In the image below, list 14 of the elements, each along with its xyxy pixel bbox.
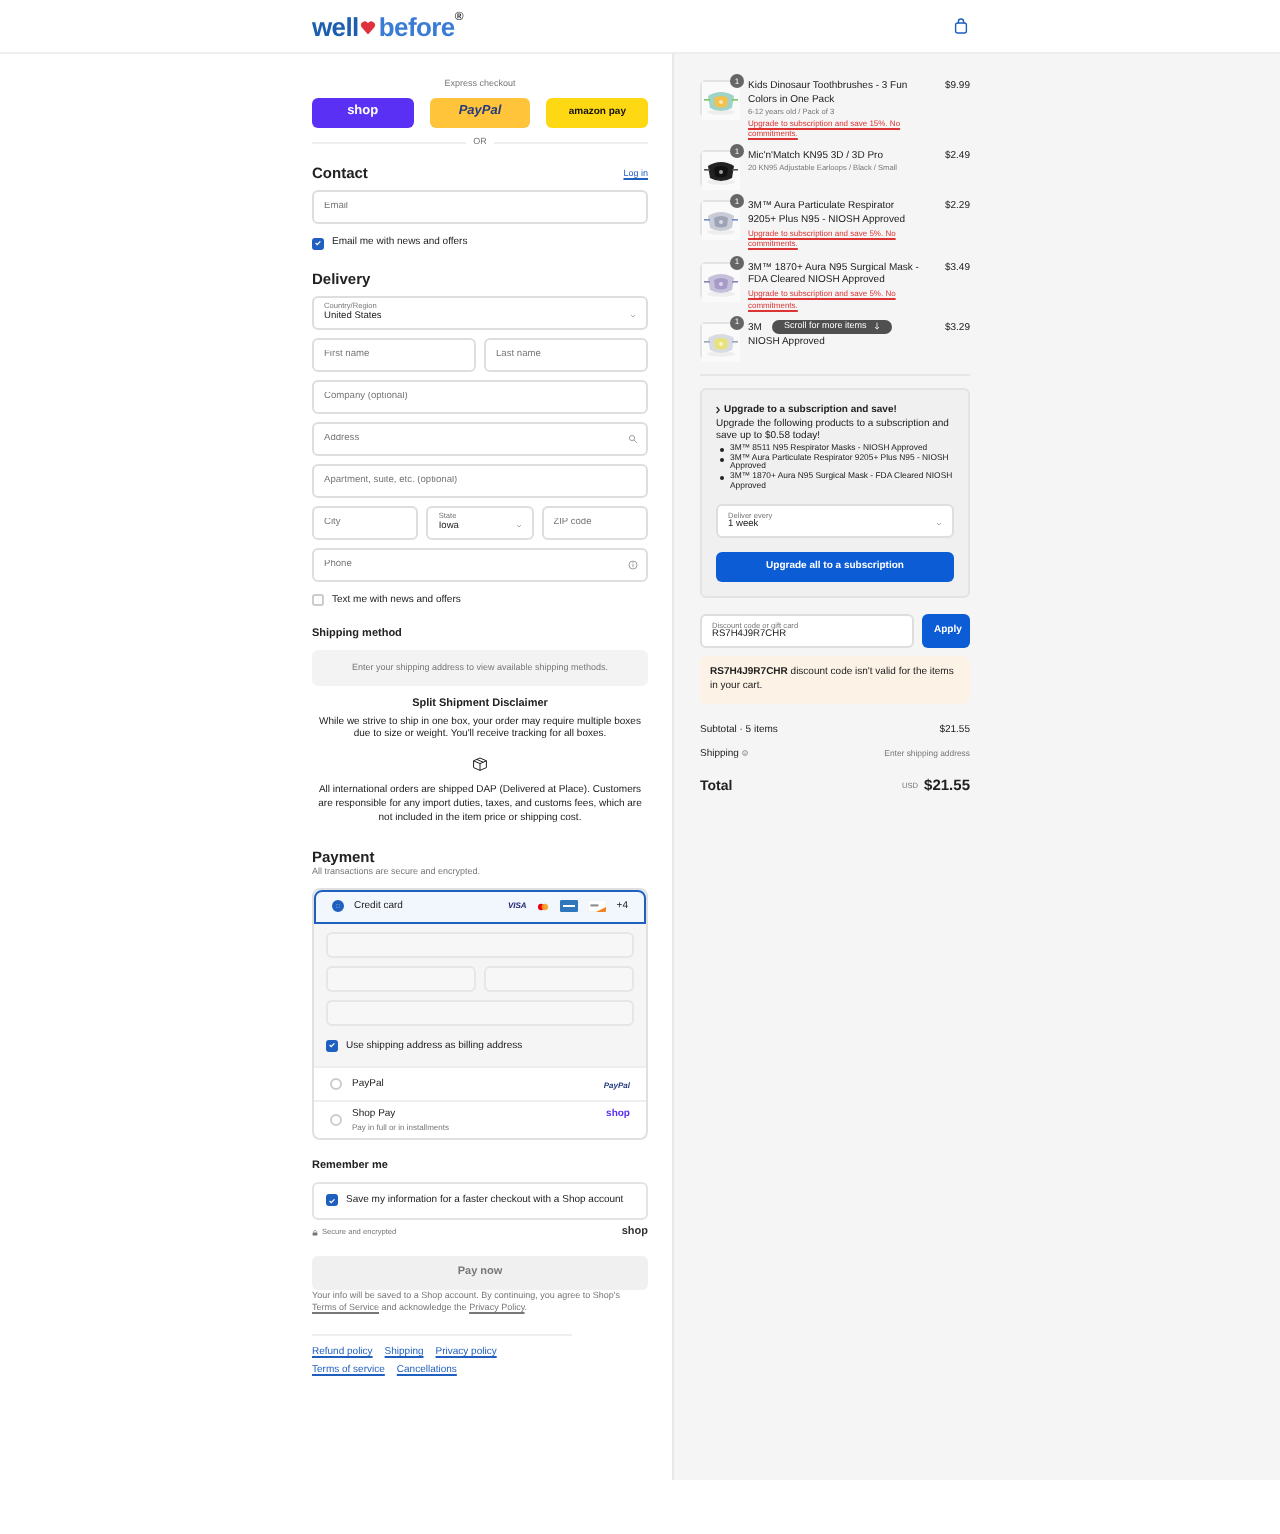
arrow-down-icon [874,322,881,331]
lock-icon [312,1229,318,1236]
search-icon [628,433,638,444]
info-icon [742,750,749,757]
checkbox[interactable] [312,237,324,249]
shopping-bag-icon[interactable] [954,18,968,34]
help-icon [628,559,638,570]
checkbox[interactable] [326,1039,338,1052]
logo[interactable]: well before$^{®}$ [312,13,463,39]
mastercard-icon [536,901,551,912]
box-icon [472,756,488,773]
amex-icon [560,900,579,913]
discover-icon [588,900,607,913]
checkbox[interactable] [326,1194,338,1207]
